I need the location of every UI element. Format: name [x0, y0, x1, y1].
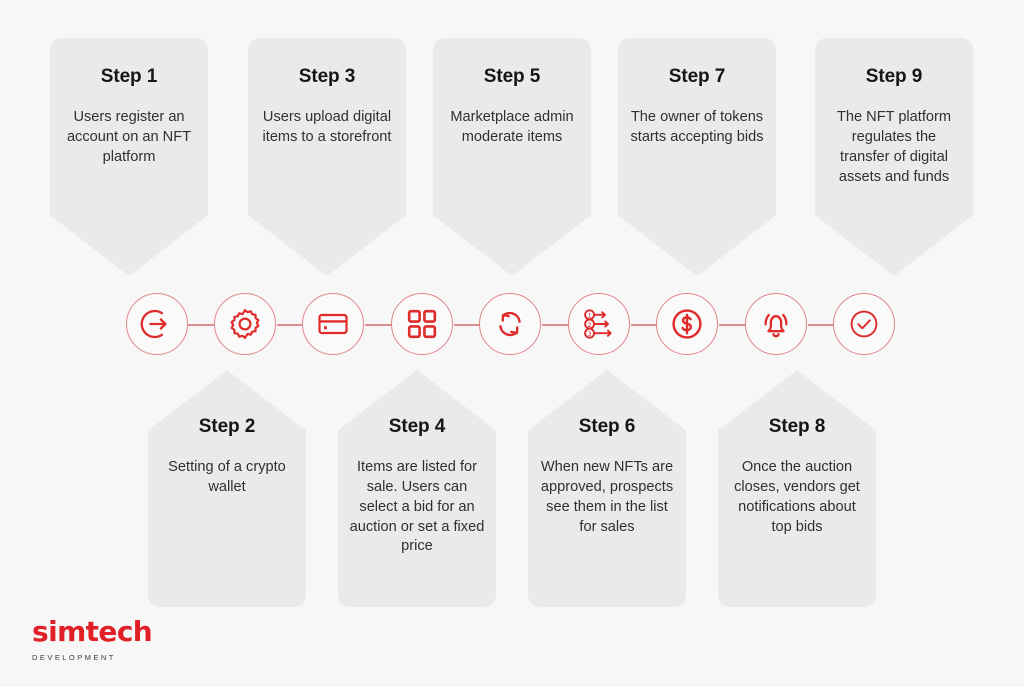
step-body: Users upload digital items to a storefro… [262, 109, 392, 145]
timeline-node-6[interactable]: 1 2 3 [568, 293, 630, 355]
timeline-node-4[interactable] [391, 293, 453, 355]
timeline-node-9[interactable] [833, 293, 895, 355]
step-body: The NFT platform regulates the transfer … [836, 109, 952, 185]
step-card-7: Step 7 The owner of tokens starts accept… [618, 38, 776, 276]
svg-text:3: 3 [588, 330, 592, 338]
timeline-node-5[interactable] [479, 293, 541, 355]
step-title: Step 8 [768, 416, 826, 437]
step-body: Items are listed for sale. Users can sel… [349, 459, 485, 555]
timeline-node-7[interactable] [656, 293, 718, 355]
timeline-node-1[interactable] [126, 293, 188, 355]
step-title: Step 1 [100, 66, 158, 87]
step-card-6: Step 6 When new NFTs are approved, prosp… [528, 370, 686, 607]
refresh-sync-icon [492, 306, 528, 342]
timeline-node-3[interactable] [302, 293, 364, 355]
timeline-connector [277, 324, 304, 326]
dollar-coin-icon [669, 306, 705, 342]
step-card-1: Step 1 Users register an account on an N… [50, 38, 208, 276]
step-body: Users register an account on an NFT plat… [66, 109, 192, 165]
timeline-connector [808, 324, 835, 326]
step-title: Step 4 [388, 416, 446, 437]
timeline-connector [631, 324, 658, 326]
step-title: Step 3 [298, 66, 356, 87]
step-body: When new NFTs are approved, prospects se… [540, 459, 674, 535]
step-card-9: Step 9 The NFT platform regulates the tr… [815, 38, 973, 276]
infographic-canvas: Step 1 Users register an account on an N… [0, 0, 1024, 687]
step-body: Once the auction closes, vendors get not… [734, 459, 860, 535]
step-body: Setting of a crypto wallet [168, 459, 286, 495]
ranked-list-arrows-icon: 1 2 3 [581, 306, 617, 342]
simtech-logo[interactable]: simtech DEVELOPMENT [32, 615, 153, 663]
bell-notification-icon [758, 306, 794, 342]
step-card-4: Step 4 Items are listed for sale. Users … [338, 370, 496, 607]
step-body: The owner of tokens starts accepting bid… [630, 109, 764, 145]
timeline-node-2[interactable] [214, 293, 276, 355]
grid-squares-icon [405, 307, 439, 341]
step-title: Step 6 [578, 416, 636, 437]
svg-text:2: 2 [588, 321, 592, 329]
step-title: Step 5 [483, 66, 541, 87]
timeline-connector [188, 324, 215, 326]
step-card-3: Step 3 Users upload digital items to a s… [248, 38, 406, 276]
gear-icon [227, 306, 263, 342]
timeline-node-8[interactable] [745, 293, 807, 355]
step-title: Step 7 [668, 66, 726, 87]
step-title: Step 9 [865, 66, 923, 87]
step-title: Step 2 [198, 416, 256, 437]
login-arrow-icon [139, 306, 175, 342]
timeline-connector [454, 324, 481, 326]
logo-tagline: DEVELOPMENT [32, 653, 116, 662]
step-card-8: Step 8 Once the auction closes, vendors … [718, 370, 876, 607]
timeline-connector [542, 324, 570, 326]
step-card-5: Step 5 Marketplace admin moderate items [433, 38, 591, 276]
logo-wordmark: simtech [32, 615, 153, 648]
svg-text:1: 1 [588, 312, 592, 320]
timeline-connector [365, 324, 393, 326]
timeline-connector [719, 324, 747, 326]
step-card-2: Step 2 Setting of a crypto wallet [148, 370, 306, 607]
check-circle-icon [847, 307, 881, 341]
credit-card-icon [315, 306, 351, 342]
step-body: Marketplace admin moderate items [450, 109, 574, 145]
